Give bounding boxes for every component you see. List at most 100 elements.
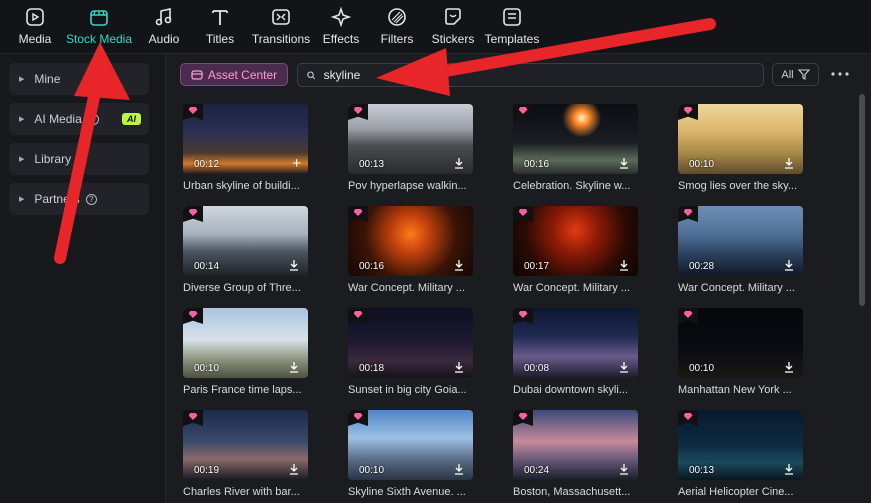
video-title: Boston, Massachusett... <box>513 486 631 498</box>
download-icon[interactable] <box>453 157 465 169</box>
video-duration: 00:17 <box>524 261 550 272</box>
asset-center-button[interactable]: Asset Center <box>180 63 288 86</box>
video-title: Aerial Helicopter Cine... <box>678 486 794 498</box>
tab-effects[interactable]: Effects <box>320 0 362 54</box>
media-card[interactable]: 00:13 Pov hyperlapse walkin... <box>348 104 473 192</box>
download-icon[interactable] <box>618 361 630 373</box>
premium-gem-icon <box>678 410 698 426</box>
video-title: Celebration. Skyline w... <box>513 180 631 192</box>
media-card[interactable]: 00:08 Dubai downtown skyli... <box>513 308 638 396</box>
filters-icon <box>388 8 406 26</box>
premium-gem-icon <box>513 206 533 222</box>
video-thumbnail[interactable]: 00:19 <box>183 410 308 480</box>
tab-label: Stickers <box>431 32 475 46</box>
media-card[interactable]: 00:10 Smog lies over the sky... <box>678 104 803 192</box>
sidebar-item-partners[interactable]: ▶ Partners ? <box>9 183 149 215</box>
vertical-scrollbar[interactable] <box>859 94 865 306</box>
media-card[interactable]: 00:16 Celebration. Skyline w... <box>513 104 638 192</box>
video-thumbnail[interactable]: 00:16 <box>513 104 638 174</box>
download-icon[interactable] <box>618 157 630 169</box>
video-title: Pov hyperlapse walkin... <box>348 180 467 192</box>
download-icon[interactable] <box>288 259 300 271</box>
download-icon[interactable] <box>453 259 465 271</box>
video-thumbnail[interactable]: 00:28 <box>678 206 803 276</box>
video-thumbnail[interactable]: 00:08 <box>513 308 638 378</box>
media-card[interactable]: 00:17 War Concept. Military ... <box>513 206 638 294</box>
text-t-icon <box>212 10 228 25</box>
video-duration: 00:19 <box>194 465 220 476</box>
asset-center-label: Asset Center <box>207 67 278 82</box>
download-icon[interactable] <box>783 259 795 271</box>
tab-stock-media[interactable]: Stock Media <box>64 0 134 54</box>
video-title: Smog lies over the sky... <box>678 180 798 192</box>
video-thumbnail[interactable]: 00:13 <box>348 104 473 174</box>
media-icon <box>26 8 44 26</box>
video-thumbnail[interactable]: 00:17 <box>513 206 638 276</box>
video-thumbnail[interactable]: 00:24 <box>513 410 638 480</box>
download-icon[interactable] <box>288 361 300 373</box>
video-thumbnail[interactable]: 00:10 <box>678 104 803 174</box>
premium-gem-icon <box>678 104 698 120</box>
premium-gem-icon <box>183 308 203 324</box>
sidebar-item-library[interactable]: ▶ Library <box>9 143 149 175</box>
search-box[interactable] <box>297 63 764 87</box>
video-thumbnail[interactable]: 00:13 <box>678 410 803 480</box>
video-thumbnail[interactable]: 00:16 <box>348 206 473 276</box>
download-icon[interactable] <box>783 463 795 475</box>
tab-stickers[interactable]: Stickers <box>432 0 474 54</box>
download-icon[interactable] <box>618 463 630 475</box>
top-tab-bar: Media Stock Media Audio Titles Transitio… <box>0 0 871 54</box>
media-card[interactable]: 00:10 Manhattan New York ... <box>678 308 803 396</box>
tab-templates[interactable]: Templates <box>484 0 540 54</box>
media-card[interactable]: 00:12 + Urban skyline of buildi... <box>183 104 308 192</box>
filter-label: All <box>781 68 794 81</box>
tab-media[interactable]: Media <box>12 0 58 54</box>
media-card[interactable]: 00:19 Charles River with bar... <box>183 410 308 498</box>
video-thumbnail[interactable]: 00:12 + <box>183 104 308 174</box>
media-card[interactable]: 00:10 Skyline Sixth Avenue. ... <box>348 410 473 498</box>
premium-gem-icon <box>348 206 368 222</box>
tab-audio[interactable]: Audio <box>144 0 184 54</box>
video-title: War Concept. Military ... <box>348 282 465 294</box>
download-icon[interactable] <box>453 361 465 373</box>
sidebar: ▶ Mine ▶ AI Media ? AI ▶ Library ▶ Partn… <box>0 54 166 503</box>
media-card[interactable]: 00:28 War Concept. Military ... <box>678 206 803 294</box>
download-icon[interactable] <box>783 157 795 169</box>
media-card[interactable]: 00:18 Sunset in big city Goia... <box>348 308 473 396</box>
sidebar-item-mine[interactable]: ▶ Mine <box>9 63 149 95</box>
tab-label: Stock Media <box>65 32 133 46</box>
more-options-button[interactable] <box>829 64 851 84</box>
tab-transitions[interactable]: Transitions <box>250 0 312 54</box>
media-card[interactable]: 00:16 War Concept. Military ... <box>348 206 473 294</box>
media-card[interactable]: 00:13 Aerial Helicopter Cine... <box>678 410 803 498</box>
video-thumbnail[interactable]: 00:18 <box>348 308 473 378</box>
premium-gem-icon <box>183 104 203 120</box>
premium-gem-icon <box>348 308 368 324</box>
video-thumbnail[interactable]: 00:10 <box>348 410 473 480</box>
download-icon[interactable] <box>783 361 795 373</box>
media-card[interactable]: 00:24 Boston, Massachusett... <box>513 410 638 498</box>
premium-gem-icon <box>678 206 698 222</box>
filter-dropdown[interactable]: All <box>772 63 819 86</box>
media-card[interactable]: 00:14 Diverse Group of Thre... <box>183 206 308 294</box>
video-duration: 00:13 <box>359 159 385 170</box>
video-duration: 00:10 <box>689 159 715 170</box>
tab-filters[interactable]: Filters <box>378 0 416 54</box>
video-thumbnail[interactable]: 00:10 <box>183 308 308 378</box>
search-input[interactable] <box>323 68 763 82</box>
help-icon[interactable]: ? <box>85 193 97 205</box>
download-icon[interactable] <box>453 463 465 475</box>
media-card[interactable]: 00:10 Paris France time laps... <box>183 308 308 396</box>
video-duration: 00:12 <box>194 159 220 170</box>
download-icon[interactable] <box>618 259 630 271</box>
video-duration: 00:10 <box>194 363 220 374</box>
download-icon[interactable] <box>288 463 300 475</box>
video-thumbnail[interactable]: 00:14 <box>183 206 308 276</box>
sidebar-item-ai-media[interactable]: ▶ AI Media ? AI <box>9 103 149 135</box>
add-icon[interactable]: + <box>292 156 301 171</box>
video-thumbnail[interactable]: 00:10 <box>678 308 803 378</box>
help-icon[interactable]: ? <box>87 113 99 125</box>
effects-sparkle-icon <box>330 6 352 28</box>
premium-gem-icon <box>348 410 368 426</box>
tab-titles[interactable]: Titles <box>202 0 238 54</box>
